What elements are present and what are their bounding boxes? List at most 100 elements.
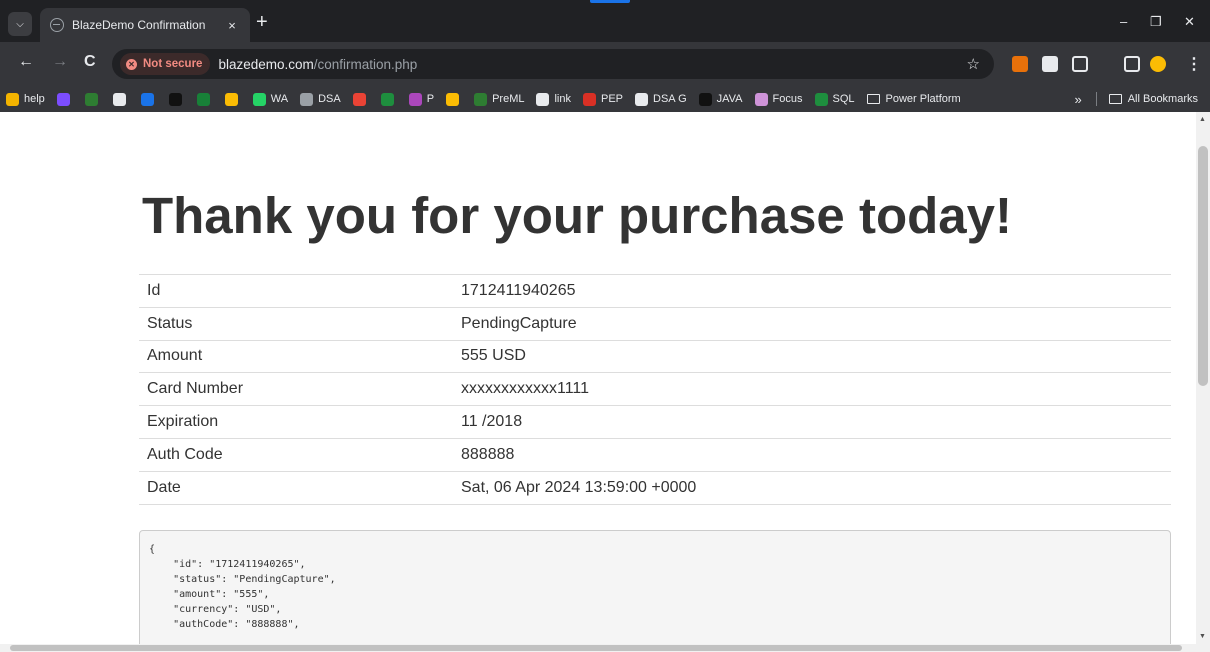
scroll-down-icon[interactable]: ▼	[1199, 633, 1206, 640]
vertical-scroll-thumb[interactable]	[1198, 146, 1208, 386]
bookmark-item[interactable]	[84, 92, 103, 106]
row-value: 555 USD	[453, 339, 1171, 373]
bookmark-label: DSA G	[653, 93, 687, 105]
reload-button[interactable]: C	[84, 53, 96, 71]
bookmark-item[interactable]: Power Platform	[866, 93, 961, 105]
side-panel-icon[interactable]	[1124, 56, 1140, 72]
new-tab-button[interactable]: +	[256, 12, 268, 32]
tab-blazedemo-confirmation[interactable]: BlazeDemo Confirmation ×	[40, 8, 250, 42]
scroll-up-icon[interactable]: ▲	[1199, 116, 1206, 123]
bookmark-item[interactable]	[352, 92, 371, 106]
table-row: Amount 555 USD	[139, 339, 1171, 373]
row-label: Id	[139, 274, 453, 308]
tab-search-button[interactable]: ⌵	[8, 12, 32, 36]
bookmark-item[interactable]: JAVA	[698, 92, 743, 106]
json-response-block: { "id": "1712411940265", "status": "Pend…	[139, 530, 1171, 644]
bookmarks-separator	[1095, 92, 1097, 106]
row-label: Expiration	[139, 405, 453, 439]
bookmark-label: Focus	[772, 93, 803, 105]
bookmark-item[interactable]: PEP	[583, 92, 623, 106]
bookmark-item[interactable]: Focus	[754, 92, 803, 106]
bookmark-favicon-icon	[814, 92, 828, 106]
row-label: Auth Code	[139, 437, 453, 472]
extension-b-icon[interactable]	[1042, 56, 1058, 72]
address-bar[interactable]: ✕ Not secure blazedemo.com/confirmation.…	[112, 49, 994, 79]
row-value: 11 /2018	[453, 405, 1171, 439]
browser-menu-button[interactable]: ⋮	[1186, 54, 1202, 74]
page-content: Thank you for your purchase today! Id 171…	[0, 112, 1196, 644]
bookmark-item[interactable]: SQL	[814, 92, 855, 106]
bookmark-item[interactable]: help	[6, 92, 45, 106]
bookmark-item[interactable]	[112, 92, 131, 106]
bookmark-item[interactable]	[380, 92, 399, 106]
bookmarks-bar: help WA DSA P PreML link PEP DSA G JAVA Focus SQL P…	[0, 86, 1210, 112]
bookmarks-overflow-button[interactable]: »	[1074, 92, 1081, 107]
tab-strip: ⌵ BlazeDemo Confirmation × + – ❐ ✕	[0, 0, 1210, 42]
horizontal-scroll-thumb[interactable]	[10, 645, 1182, 651]
extensions-puzzle-icon[interactable]	[1072, 56, 1088, 72]
bookmark-favicon-icon	[583, 92, 596, 106]
bookmark-label: DSA	[318, 93, 341, 105]
security-chip[interactable]: ✕ Not secure	[120, 53, 211, 75]
bookmark-favicon-icon	[168, 92, 182, 106]
bookmarks-right: » All Bookmarks	[1074, 86, 1198, 112]
row-value: Sat, 06 Apr 2024 13:59:00 +0000	[453, 470, 1171, 505]
bookmark-favicon-icon	[252, 92, 266, 106]
bookmark-favicon-icon	[300, 92, 314, 106]
window-close-button[interactable]: ✕	[1184, 14, 1195, 30]
table-row: Expiration 11 /2018	[139, 405, 1171, 439]
security-label: Not secure	[143, 58, 203, 70]
extension-icon[interactable]	[1012, 56, 1028, 72]
bookmark-item[interactable]: DSA G	[635, 92, 687, 106]
url-path: /confirmation.php	[313, 56, 418, 72]
profile-avatar[interactable]	[1150, 56, 1166, 72]
bookmark-item[interactable]	[446, 92, 464, 106]
bookmark-favicon-icon	[224, 92, 238, 106]
row-value: PendingCapture	[453, 306, 1171, 341]
bookmark-item[interactable]	[224, 92, 243, 106]
horizontal-scrollbar[interactable]	[0, 644, 1196, 652]
table-row: Auth Code 888888	[139, 437, 1171, 472]
folder-icon	[866, 94, 880, 104]
bookmark-item[interactable]: WA	[252, 92, 289, 106]
bookmark-favicon-icon	[446, 92, 460, 106]
table-row: Date Sat, 06 Apr 2024 13:59:00 +0000	[139, 470, 1171, 505]
url-text[interactable]: blazedemo.com/confirmation.php	[218, 57, 417, 72]
bookmark-item[interactable]: PreML	[474, 92, 525, 106]
bookmark-item[interactable]	[168, 92, 187, 106]
scrollbar-corner	[1196, 644, 1210, 652]
bookmark-favicon-icon	[754, 92, 768, 106]
bookmark-favicon-icon	[408, 92, 422, 106]
bookmark-label: link	[554, 93, 571, 105]
all-bookmarks-button[interactable]: All Bookmarks	[1128, 93, 1198, 105]
tab-title: BlazeDemo Confirmation	[72, 18, 206, 32]
bookmark-item[interactable]	[56, 92, 75, 106]
back-button[interactable]: ←	[18, 53, 34, 71]
bookmark-item[interactable]: P	[408, 92, 434, 106]
tab-close-button[interactable]: ×	[224, 18, 240, 33]
table-row: Id 1712411940265	[139, 274, 1171, 308]
bookmark-favicon-icon	[196, 92, 210, 106]
tab-strip-accent	[590, 0, 630, 3]
bookmark-item[interactable]: link	[536, 92, 571, 106]
bookmark-favicon-icon	[698, 92, 712, 106]
restore-button[interactable]: ❐	[1150, 14, 1162, 30]
bookmark-favicon-icon	[56, 92, 70, 106]
vertical-scrollbar[interactable]: ▲ ▼	[1196, 112, 1210, 644]
bookmark-item[interactable]: DSA	[300, 92, 341, 106]
forward-button[interactable]: →	[52, 53, 68, 71]
bookmark-item[interactable]	[196, 92, 215, 106]
row-label: Status	[139, 306, 453, 341]
bookmark-label: Power Platform	[885, 93, 961, 105]
minimize-button[interactable]: –	[1120, 14, 1127, 29]
globe-icon	[50, 18, 64, 32]
row-label: Card Number	[139, 372, 453, 406]
bookmark-favicon-icon	[635, 92, 649, 106]
bookmark-label: SQL	[832, 93, 855, 105]
bookmark-item[interactable]	[140, 92, 159, 106]
bookmark-label: PreML	[492, 93, 525, 105]
bookmark-star-icon[interactable]: ☆	[967, 55, 980, 73]
bookmark-label: WA	[270, 93, 289, 105]
bookmark-favicon-icon	[84, 92, 98, 106]
bookmark-favicon-icon	[474, 92, 488, 106]
